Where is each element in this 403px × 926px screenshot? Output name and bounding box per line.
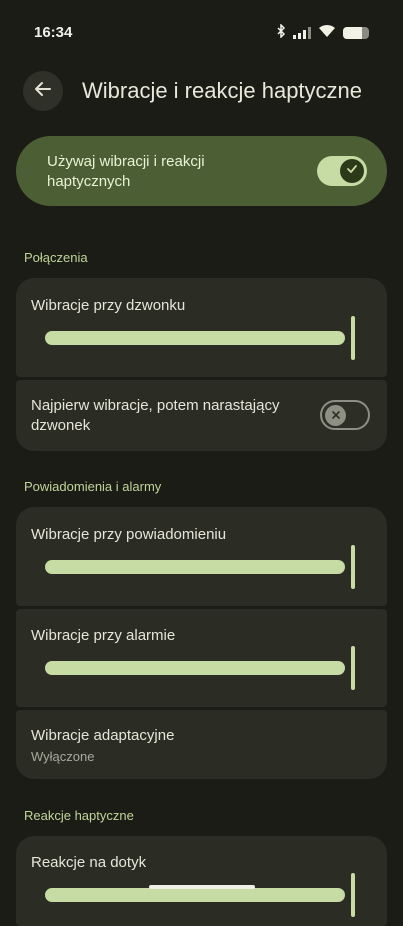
touch-feedback-slider-thumb[interactable] (351, 873, 355, 917)
adaptive-vibration-label: Wibracje adaptacyjne (31, 727, 175, 744)
touch-feedback-label: Reakcje na dotyk (31, 854, 147, 871)
bluetooth-icon (276, 23, 286, 41)
notification-vibration-slider-thumb[interactable] (351, 545, 355, 589)
close-icon (331, 407, 341, 425)
status-bar: 16:34 (0, 0, 403, 64)
battery-icon (343, 26, 369, 39)
ring-vibration-card: Wibracje przy dzwonku (16, 278, 387, 377)
master-vibration-toggle-row[interactable]: Używaj wibracji i reakcji haptycznych (16, 136, 387, 206)
ring-vibration-slider-track[interactable] (45, 331, 345, 345)
check-icon (346, 162, 358, 180)
section-header-notifications: Powiadomienia i alarmy (24, 479, 162, 494)
notification-vibration-card: Wibracje przy powiadomieniu (16, 507, 387, 606)
arrow-back-icon (34, 80, 52, 103)
vibrate-first-toggle-switch[interactable] (320, 400, 370, 430)
toggle-knob (340, 159, 364, 183)
vibrate-first-row[interactable]: Najpierw wibracje, potem narastający dzw… (16, 380, 387, 451)
alarm-vibration-slider-track[interactable] (45, 661, 345, 675)
status-icons (276, 23, 369, 41)
alarm-vibration-card: Wibracje przy alarmie (16, 609, 387, 707)
toggle-knob (325, 405, 346, 426)
gesture-nav-handle[interactable] (149, 885, 255, 889)
alarm-vibration-label: Wibracje przy alarmie (31, 627, 176, 644)
adaptive-vibration-summary: Wyłączone (31, 749, 95, 764)
notification-vibration-slider-track[interactable] (45, 560, 345, 574)
notification-vibration-label: Wibracje przy powiadomieniu (31, 526, 227, 543)
wifi-icon (318, 24, 336, 41)
adaptive-vibration-row[interactable]: Wibracje adaptacyjne Wyłączone (16, 710, 387, 779)
ring-vibration-label: Wibracje przy dzwonku (31, 297, 186, 314)
vibrate-first-label: Najpierw wibracje, potem narastający dzw… (31, 397, 280, 434)
cell-signal-icon (293, 26, 311, 39)
section-header-haptics: Reakcje haptyczne (24, 808, 134, 823)
ring-vibration-slider-thumb[interactable] (351, 316, 355, 360)
master-toggle-switch[interactable] (317, 156, 367, 186)
status-time: 16:34 (34, 24, 73, 41)
section-header-calls: Połączenia (24, 250, 88, 265)
page-title: Wibracje i reakcje haptyczne (82, 78, 363, 103)
back-button[interactable] (23, 71, 63, 111)
master-toggle-label: Używaj wibracji i reakcji haptycznych (47, 153, 205, 190)
alarm-vibration-slider-thumb[interactable] (351, 646, 355, 690)
touch-feedback-card: Reakcje na dotyk (16, 836, 387, 926)
